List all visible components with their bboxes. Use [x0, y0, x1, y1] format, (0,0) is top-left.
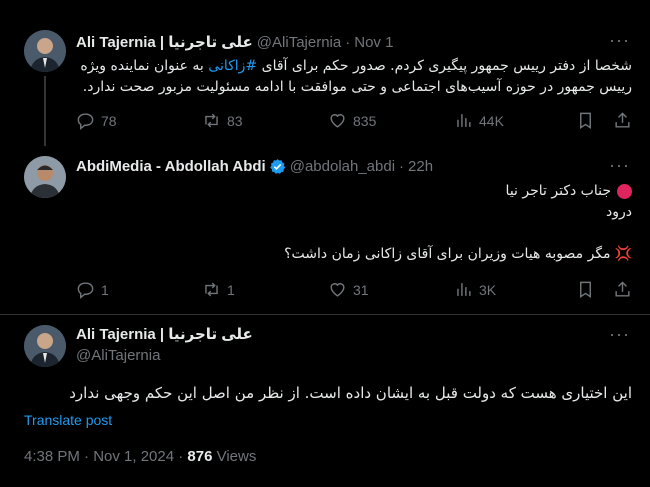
post-header: AbdiMedia - Abdollah Abdi @abdolah_abdi …: [76, 158, 433, 175]
post-text: شخصا از دفتر رییس جمهور پیگیری کردم. صدو…: [80, 58, 632, 95]
avatar[interactable]: [24, 30, 66, 72]
views-count: 876: [187, 448, 213, 465]
like-button[interactable]: 835: [328, 111, 454, 130]
repost-count: 83: [227, 112, 243, 129]
author-name[interactable]: Ali Tajernia | علی تاجرنیا: [76, 33, 253, 51]
post-time[interactable]: Nov 1: [354, 34, 393, 51]
author-handle[interactable]: @AliTajernia: [76, 347, 160, 364]
post-text: این اختیاری هست که دولت قبل به ایشان داد…: [69, 384, 632, 402]
views-icon: [457, 283, 471, 296]
bookmark-icon[interactable]: [576, 111, 595, 130]
post-header: Ali Tajernia | علی تاجرنیا @AliTajernia …: [76, 33, 393, 52]
bookmark-icon[interactable]: [576, 280, 595, 299]
reply-count: 1: [101, 281, 109, 298]
post-2[interactable]: AbdiMedia - Abdollah Abdi @abdolah_abdi …: [0, 150, 650, 315]
post-3-focused: Ali Tajernia | علی تاجرنیا @AliTajernia …: [0, 315, 650, 487]
views-count: 3K: [479, 281, 497, 298]
repost-count: 1: [227, 281, 235, 298]
share-icon[interactable]: [613, 111, 632, 130]
reply-icon: [77, 282, 94, 299]
post-line: 💢مگر مصوبه هیات وزیران برای آقای زاکانی …: [284, 246, 632, 262]
author-handle[interactable]: @abdolah_abdi: [290, 158, 395, 175]
repost-icon: [205, 282, 218, 297]
verified-badge-icon: [269, 159, 286, 174]
like-icon: [330, 114, 345, 128]
share-icon[interactable]: [613, 280, 632, 299]
action-bar: 78 83 835 44K: [76, 111, 632, 130]
author-handle-row: @AliTajernia: [76, 347, 160, 364]
reply-count: 78: [101, 112, 117, 129]
like-icon: [330, 283, 345, 297]
author-name[interactable]: AbdiMedia - Abdollah Abdi: [76, 158, 266, 175]
thread-line: [44, 76, 46, 146]
avatar[interactable]: [24, 325, 66, 367]
views-button[interactable]: 3K: [454, 280, 496, 299]
hashtag-link[interactable]: #زاکانی: [208, 58, 257, 74]
timestamp-text[interactable]: 4:38 PM · Nov 1, 2024 ·: [24, 448, 187, 465]
like-button[interactable]: 31: [328, 280, 454, 299]
separator-dot: ·: [399, 158, 405, 175]
post-header: Ali Tajernia | علی تاجرنیا: [76, 325, 253, 343]
views-label: Views: [212, 448, 257, 465]
more-options-icon[interactable]: ···: [609, 30, 630, 51]
avatar[interactable]: [24, 156, 66, 198]
reply-button[interactable]: 78: [76, 111, 202, 130]
reply-icon: [77, 113, 94, 130]
red-circle-icon: [617, 183, 632, 199]
views-icon: [457, 114, 471, 127]
anger-symbol-icon: 💢: [614, 246, 632, 262]
post-text: جناب دکتر تاجر نیا درود 💢مگر مصوبه هیات …: [76, 181, 632, 265]
repost-button[interactable]: 83: [202, 111, 328, 130]
author-handle[interactable]: @AliTajernia: [257, 34, 341, 51]
translate-post-link[interactable]: Translate post: [24, 412, 112, 428]
more-options-icon[interactable]: ···: [609, 155, 630, 176]
repost-button[interactable]: 1: [202, 280, 328, 299]
reply-button[interactable]: 1: [76, 280, 202, 299]
separator-dot: ·: [345, 33, 351, 51]
post-time[interactable]: 22h: [408, 158, 433, 175]
repost-icon: [205, 113, 218, 128]
post-line: درود: [606, 204, 632, 220]
author-name[interactable]: Ali Tajernia | علی تاجرنیا: [76, 325, 253, 343]
post-timestamp: 4:38 PM · Nov 1, 2024 · 876 Views: [24, 448, 256, 465]
like-count: 835: [353, 112, 377, 129]
views-count: 44K: [479, 112, 504, 129]
post-line: جناب دکتر تاجر نیا: [76, 181, 632, 202]
action-bar: 1 1 31 3K: [76, 280, 632, 299]
views-button[interactable]: 44K: [454, 111, 504, 130]
post-1[interactable]: Ali Tajernia | علی تاجرنیا @AliTajernia …: [0, 0, 650, 150]
more-options-icon[interactable]: ···: [609, 324, 630, 345]
like-count: 31: [353, 281, 369, 298]
